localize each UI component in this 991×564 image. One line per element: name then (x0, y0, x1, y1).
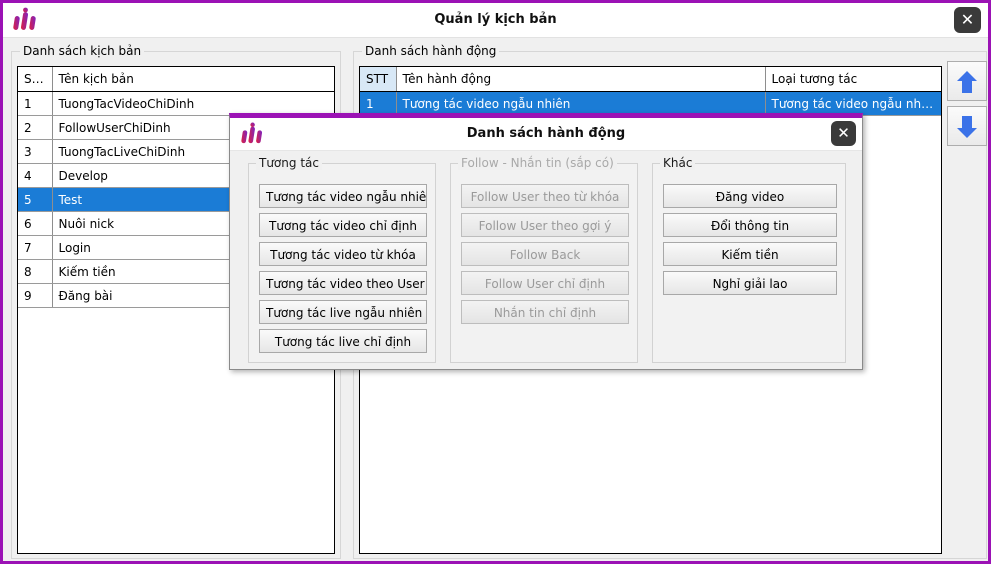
action-button-1-0: Follow User theo từ khóa (461, 184, 629, 208)
table-row[interactable]: 1Tương tác video ngẫu nhiênTương tác vid… (360, 92, 941, 116)
cell-stt: 8 (18, 260, 52, 284)
group-khac: Khác Đăng videoĐổi thông tinKiếm tiềnNgh… (652, 163, 846, 363)
action-button-0-3[interactable]: Tương tác video theo User (259, 271, 427, 295)
action-button-0-5[interactable]: Tương tác live chỉ định (259, 329, 427, 353)
move-up-button[interactable] (947, 61, 987, 101)
action-button-2-1[interactable]: Đổi thông tin (663, 213, 837, 237)
main-window: Quản lý kịch bản ✕ Danh sách kịch bản ST… (0, 0, 991, 564)
column-header-stt: STT (18, 67, 52, 92)
close-icon[interactable]: ✕ (954, 7, 981, 33)
cell-scenario-name: TuongTacVideoChiDinh (52, 92, 334, 116)
arrow-down-icon (955, 114, 979, 140)
cell-stt: 7 (18, 236, 52, 260)
cell-stt: 3 (18, 140, 52, 164)
action-button-1-1: Follow User theo gợi ý (461, 213, 629, 237)
action-button-2-0[interactable]: Đăng video (663, 184, 837, 208)
scenario-list-label: Danh sách kịch bản (20, 44, 144, 58)
close-icon[interactable]: ✕ (831, 121, 856, 146)
dialog-titlebar: Danh sách hành động ✕ (230, 118, 862, 151)
action-button-2-2[interactable]: Kiếm tiền (663, 242, 837, 266)
action-button-0-4[interactable]: Tương tác live ngẫu nhiên (259, 300, 427, 324)
group-follow-nhan-tin: Follow - Nhắn tin (sắp có) Follow User t… (450, 163, 638, 363)
column-header-action-name: Tên hành động (396, 67, 765, 92)
column-header-stt: STT (360, 67, 396, 92)
table-row[interactable]: 1TuongTacVideoChiDinh (18, 92, 334, 116)
action-button-2-3[interactable]: Nghỉ giải lao (663, 271, 837, 295)
cell-stt: 1 (18, 92, 52, 116)
cell-action-name: Tương tác video ngẫu nhiên (396, 92, 765, 116)
table-header-row: STT Tên kịch bản (18, 67, 334, 92)
cell-stt: 1 (360, 92, 396, 116)
action-button-0-2[interactable]: Tương tác video từ khóa (259, 242, 427, 266)
dialog-title: Danh sách hành động (230, 118, 862, 150)
group-label: Follow - Nhắn tin (sắp có) (458, 156, 617, 170)
cell-stt: 5 (18, 188, 52, 212)
group-tuong-tac: Tương tác Tương tác video ngẫu nhiênTươn… (248, 163, 436, 363)
cell-stt: 6 (18, 212, 52, 236)
action-button-1-2: Follow Back (461, 242, 629, 266)
action-picker-dialog: Danh sách hành động ✕ Tương tác Tương tá… (229, 113, 863, 370)
column-header-action-type: Loại tương tác (765, 67, 941, 92)
arrow-up-icon (955, 69, 979, 95)
action-button-1-3: Follow User chỉ định (461, 271, 629, 295)
table-header-row: STT Tên hành động Loại tương tác (360, 67, 941, 92)
window-titlebar: Quản lý kịch bản ✕ (3, 3, 988, 38)
action-table[interactable]: STT Tên hành động Loại tương tác 1Tương … (360, 67, 941, 116)
group-label: Tương tác (256, 156, 322, 170)
group-label: Khác (660, 156, 695, 170)
cell-stt: 4 (18, 164, 52, 188)
action-list-label: Danh sách hành động (362, 44, 499, 58)
page-title: Quản lý kịch bản (3, 3, 988, 37)
action-button-1-4: Nhắn tin chỉ định (461, 300, 629, 324)
action-button-0-0[interactable]: Tương tác video ngẫu nhiên (259, 184, 427, 208)
move-down-button[interactable] (947, 106, 987, 146)
action-button-0-1[interactable]: Tương tác video chỉ định (259, 213, 427, 237)
cell-action-type: Tương tác video ngẫu nhiên (765, 92, 941, 116)
column-header-name: Tên kịch bản (52, 67, 334, 92)
cell-stt: 9 (18, 284, 52, 308)
cell-stt: 2 (18, 116, 52, 140)
